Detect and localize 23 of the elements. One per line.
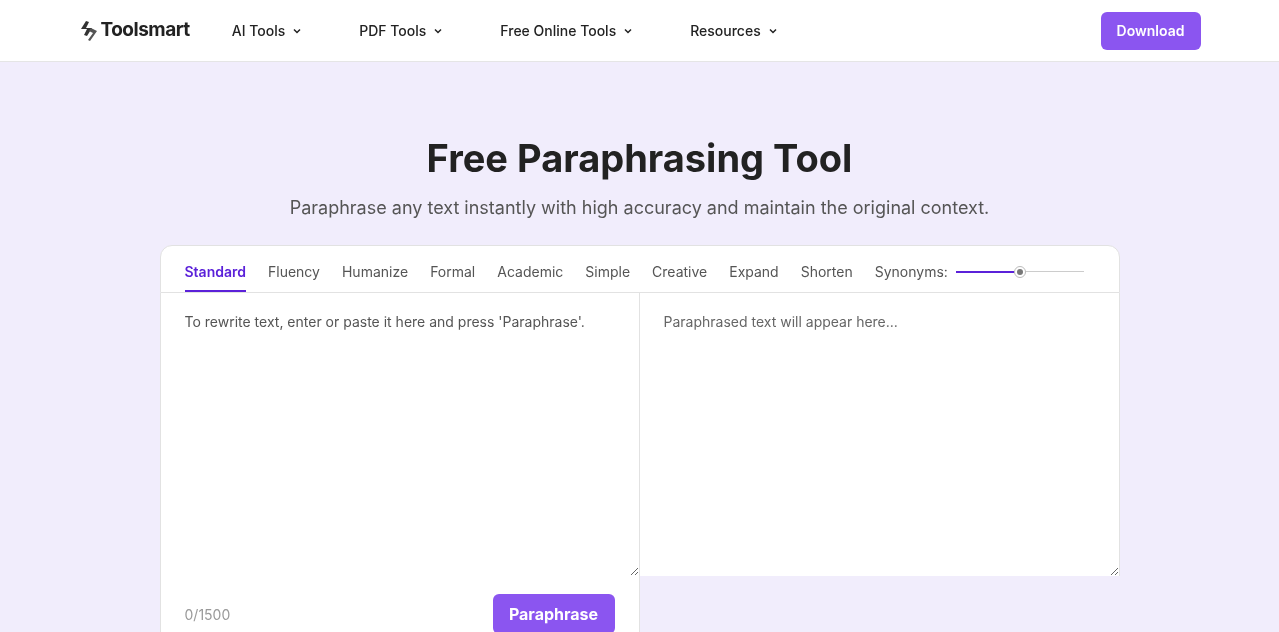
nav-menu[interactable]: Resources	[690, 20, 779, 41]
page-title: Free Paraphrasing Tool	[425, 134, 854, 183]
nav-menu[interactable]: PDF Tools	[359, 20, 445, 41]
mode-tab[interactable]: Expand	[729, 261, 779, 292]
paraphrase-button[interactable]: Paraphrase	[492, 594, 615, 632]
synonyms-label: Synonyms:	[874, 262, 948, 282]
mode-tab[interactable]: Creative	[652, 261, 708, 292]
mode-tab[interactable]: Simple	[585, 261, 631, 292]
synonyms-slider[interactable]	[955, 265, 1084, 278]
mode-tab[interactable]: Fluency	[268, 261, 320, 292]
logo-icon	[78, 19, 99, 42]
mode-tab[interactable]: Academic	[497, 261, 564, 292]
download-button[interactable]: Download	[1100, 11, 1201, 50]
output-text-field[interactable]: Paraphrased text will appear here...	[639, 293, 1120, 576]
logo-text: Toolsmart	[100, 17, 190, 44]
mode-tab[interactable]: Formal	[430, 261, 476, 292]
page-subtitle: Paraphrase any text instantly with high accuracy and maintain the original context.	[288, 196, 991, 220]
nav-menu[interactable]: Free Online Tools	[500, 20, 635, 41]
mode-tab[interactable]: Humanize	[341, 261, 409, 292]
nav-menu[interactable]: AI Tools	[231, 20, 304, 41]
character-counter: 0/1500	[184, 604, 231, 625]
input-text-field[interactable]: To rewrite text, enter or paste it here and press 'Paraphrase'.	[159, 293, 640, 576]
mode-tab[interactable]: Shorten	[800, 261, 853, 292]
